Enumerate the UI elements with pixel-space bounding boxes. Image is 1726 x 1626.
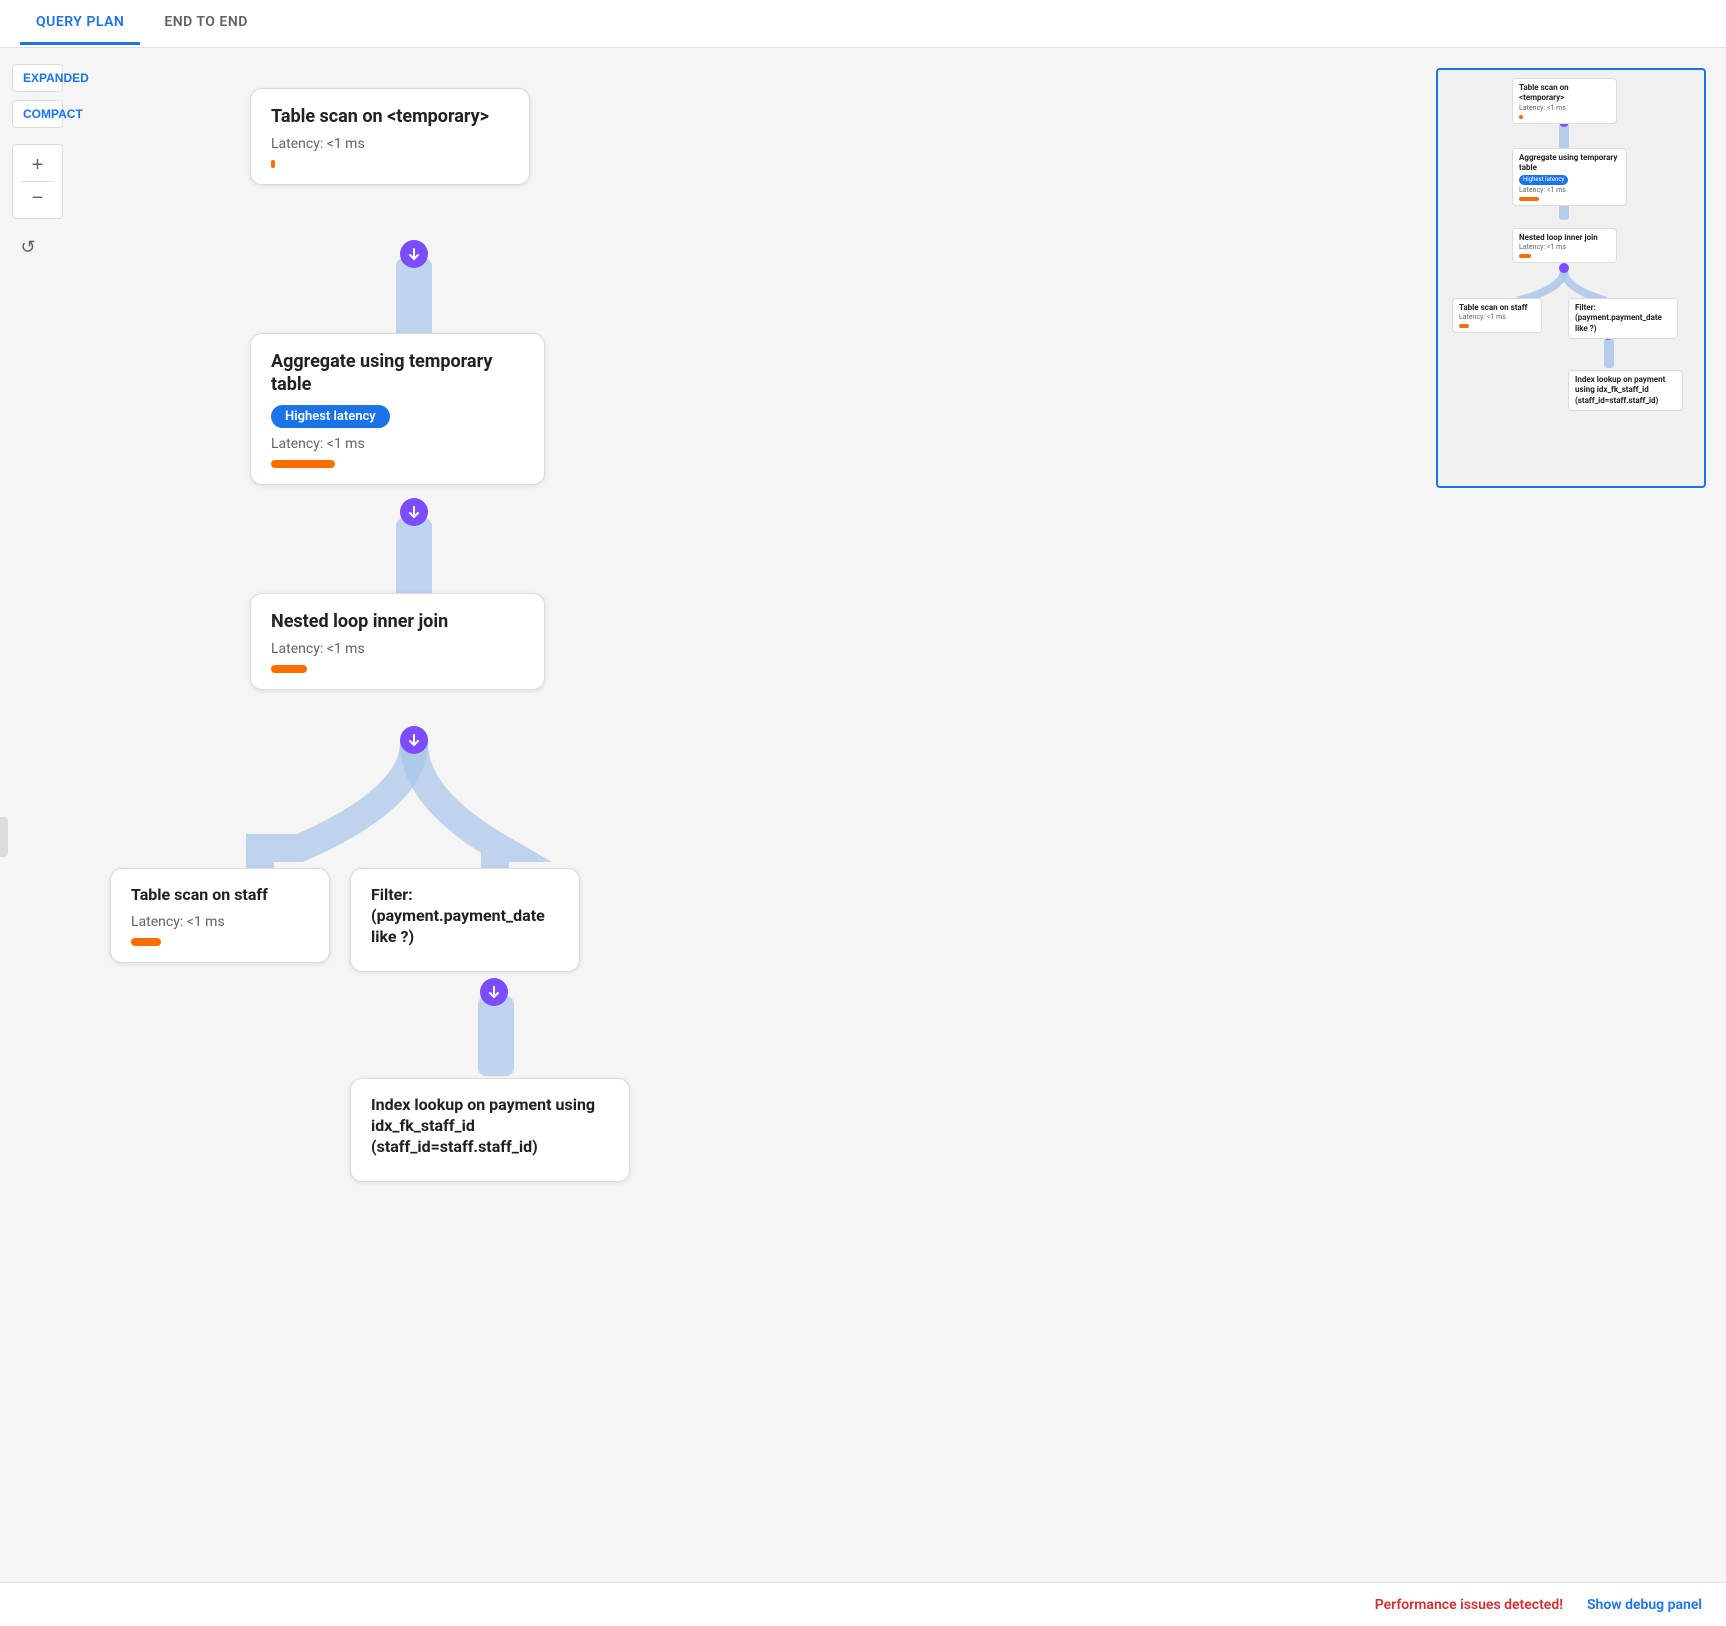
- show-debug-panel-link[interactable]: Show debug panel: [1587, 1597, 1702, 1613]
- node-table-scan-temp-title: Table scan on <temporary>: [271, 105, 509, 128]
- node-aggregate-bar: [271, 460, 335, 468]
- zoom-out-button[interactable]: −: [22, 182, 54, 214]
- node-table-scan-temp[interactable]: Table scan on <temporary> Latency: <1 ms: [250, 88, 530, 185]
- node-nested-loop[interactable]: Nested loop inner join Latency: <1 ms: [250, 593, 545, 690]
- tab-query-plan[interactable]: QUERY PLAN: [20, 2, 140, 45]
- highest-latency-badge: Highest latency: [271, 405, 390, 428]
- node-nested-loop-title: Nested loop inner join: [271, 610, 524, 633]
- reset-zoom-button[interactable]: ↺: [12, 231, 44, 263]
- mini-node-aggregate: Aggregate using temporary table Highest …: [1512, 148, 1627, 206]
- node-table-scan-temp-bar: [271, 160, 275, 168]
- mini-node-index-lookup: Index lookup on payment using idx_fk_sta…: [1568, 370, 1683, 411]
- mini-node-table-scan-temp: Table scan on <temporary> Latency: <1 ms: [1512, 78, 1617, 124]
- side-drag-handle[interactable]: [0, 817, 8, 857]
- node-table-scan-staff-bar: [131, 938, 161, 946]
- node-aggregate-title: Aggregate using temporary table: [271, 350, 524, 397]
- node-nested-loop-latency: Latency: <1 ms: [271, 641, 524, 657]
- arrow-circle-4: [480, 978, 508, 1006]
- node-filter-title: Filter: (payment.payment_date like ?): [371, 885, 559, 947]
- mini-node-filter: Filter: (payment.payment_date like ?): [1568, 298, 1678, 339]
- header-tabs: QUERY PLAN END TO END: [0, 0, 1726, 48]
- node-aggregate[interactable]: Aggregate using temporary table Highest …: [250, 333, 545, 485]
- node-index-lookup[interactable]: Index lookup on payment using idx_fk_sta…: [350, 1078, 630, 1182]
- node-filter[interactable]: Filter: (payment.payment_date like ?): [350, 868, 580, 972]
- arrow-circle-1: [400, 240, 428, 268]
- mini-node-table-scan-staff: Table scan on staff Latency: <1 ms: [1452, 298, 1542, 333]
- tab-end-to-end[interactable]: END TO END: [148, 2, 264, 45]
- expanded-button[interactable]: EXPANDED: [12, 64, 63, 92]
- node-nested-loop-bar: [271, 665, 307, 673]
- node-table-scan-staff-latency: Latency: <1 ms: [131, 914, 309, 930]
- mini-map: Table scan on <temporary> Latency: <1 ms…: [1436, 68, 1706, 488]
- main-content: EXPANDED COMPACT + − ↺: [0, 48, 1726, 1626]
- node-table-scan-staff[interactable]: Table scan on staff Latency: <1 ms: [110, 868, 330, 963]
- mini-node-nested-loop: Nested loop inner join Latency: <1 ms: [1512, 228, 1617, 263]
- node-index-lookup-title: Index lookup on payment using idx_fk_sta…: [371, 1095, 609, 1157]
- performance-issues-text: Performance issues detected!: [1375, 1597, 1563, 1613]
- compact-button[interactable]: COMPACT: [12, 100, 63, 128]
- arrow-circle-2: [400, 498, 428, 526]
- node-table-scan-staff-title: Table scan on staff: [131, 885, 309, 906]
- zoom-in-button[interactable]: +: [22, 149, 54, 181]
- mini-connector-svg: [1438, 70, 1704, 486]
- bottom-bar: Performance issues detected! Show debug …: [0, 1582, 1726, 1626]
- node-aggregate-latency: Latency: <1 ms: [271, 436, 524, 452]
- node-table-scan-temp-latency: Latency: <1 ms: [271, 136, 509, 152]
- arrow-circle-3: [400, 726, 428, 754]
- zoom-controls: + −: [12, 144, 63, 219]
- left-controls: EXPANDED COMPACT + − ↺: [0, 48, 75, 279]
